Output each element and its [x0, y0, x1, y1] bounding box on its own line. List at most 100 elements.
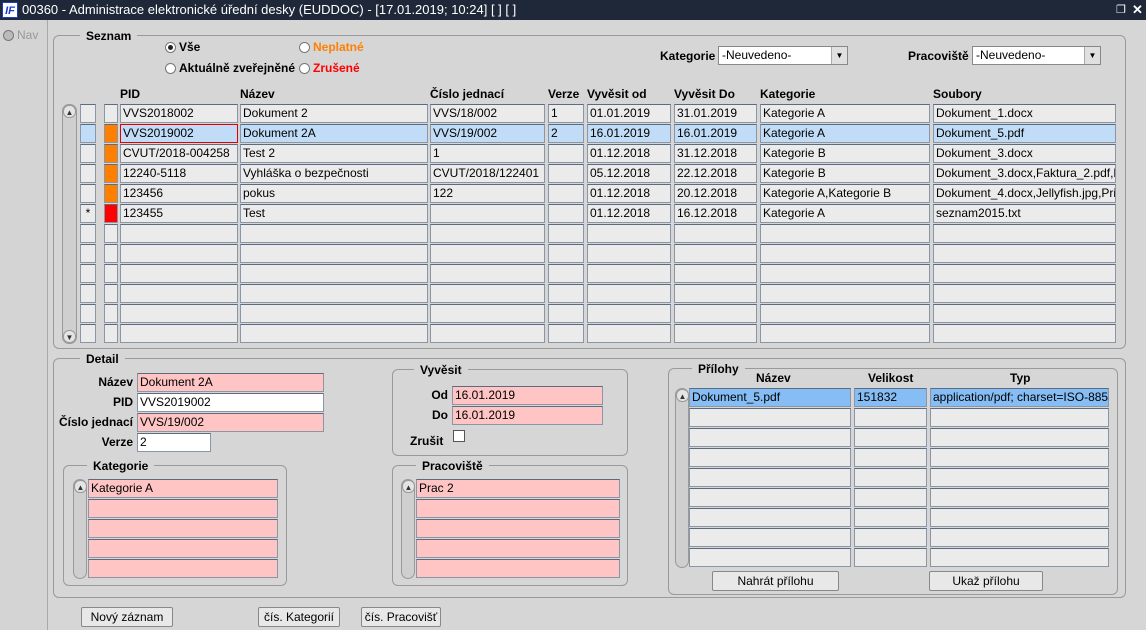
cell-kategorie[interactable]: Kategorie B: [760, 144, 930, 163]
attachment-cell[interactable]: [854, 428, 927, 447]
attachment-cell[interactable]: application/pdf; charset=ISO-8859-2: [930, 388, 1109, 407]
attachment-cell[interactable]: [930, 548, 1109, 567]
close-icon[interactable]: ✕: [1132, 0, 1143, 20]
attachment-cell[interactable]: [854, 508, 927, 527]
cell-vyvesit-do[interactable]: [674, 324, 757, 343]
cell-pid[interactable]: [120, 324, 238, 343]
cell-verze[interactable]: [548, 144, 584, 163]
show-attachment-button[interactable]: Ukaž přílohu: [929, 571, 1043, 591]
cell-vyvesit-od[interactable]: [587, 264, 671, 283]
cell-vyvesit-od[interactable]: [587, 324, 671, 343]
cell-cislo-jednaci[interactable]: [430, 304, 545, 323]
attachment-cell[interactable]: [930, 448, 1109, 467]
kategorie-item[interactable]: [88, 519, 278, 538]
row-marker[interactable]: [80, 104, 96, 123]
attachment-cell[interactable]: [689, 508, 851, 527]
pracoviste-scrollbar[interactable]: ▲: [401, 479, 415, 579]
row-marker[interactable]: [80, 164, 96, 183]
row-marker[interactable]: [80, 284, 96, 303]
cell-vyvesit-do[interactable]: [674, 284, 757, 303]
cell-vyvesit-od[interactable]: 01.12.2018: [587, 184, 671, 203]
cell-vyvesit-od[interactable]: 05.12.2018: [587, 164, 671, 183]
row-marker[interactable]: [80, 124, 96, 143]
cell-vyvesit-od[interactable]: 16.01.2019: [587, 124, 671, 143]
cell-nazev[interactable]: Test 2: [240, 144, 428, 163]
prilohy-scrollbar[interactable]: ▲: [675, 388, 689, 568]
cell-soubory[interactable]: [933, 224, 1116, 243]
row-marker[interactable]: [80, 304, 96, 323]
cell-vyvesit-do[interactable]: [674, 264, 757, 283]
cell-verze[interactable]: [548, 304, 584, 323]
cell-pid[interactable]: [120, 264, 238, 283]
nav-radio[interactable]: Nav: [3, 28, 38, 42]
cell-cislo-jednaci[interactable]: VVS/19/002: [430, 124, 545, 143]
cell-verze[interactable]: 1: [548, 104, 584, 123]
cell-vyvesit-do[interactable]: 31.12.2018: [674, 144, 757, 163]
scroll-up-icon[interactable]: ▲: [74, 480, 87, 493]
cell-pid[interactable]: 123456: [120, 184, 238, 203]
row-marker[interactable]: [80, 264, 96, 283]
cell-soubory[interactable]: Dokument_3.docx: [933, 144, 1116, 163]
cell-cislo-jednaci[interactable]: [430, 244, 545, 263]
row-marker[interactable]: [80, 244, 96, 263]
cell-verze[interactable]: [548, 244, 584, 263]
kategorie-item[interactable]: [88, 559, 278, 578]
attachment-cell[interactable]: [930, 428, 1109, 447]
kategorie-filter-select[interactable]: -Neuvedeno- ▼: [718, 46, 848, 65]
cell-vyvesit-od[interactable]: [587, 284, 671, 303]
od-field[interactable]: 16.01.2019: [452, 386, 603, 405]
cell-kategorie[interactable]: Kategorie A,Kategorie B: [760, 184, 930, 203]
cell-soubory[interactable]: Dokument_4.docx,Jellyfish.jpg,Priloha_: [933, 184, 1116, 203]
cell-kategorie[interactable]: Kategorie A: [760, 124, 930, 143]
cell-kategorie[interactable]: [760, 284, 930, 303]
cell-kategorie[interactable]: [760, 244, 930, 263]
cell-vyvesit-do[interactable]: [674, 304, 757, 323]
attachment-cell[interactable]: [854, 408, 927, 427]
cell-vyvesit-od[interactable]: [587, 304, 671, 323]
cell-soubory[interactable]: [933, 244, 1116, 263]
cell-kategorie[interactable]: [760, 264, 930, 283]
attachment-cell[interactable]: [689, 548, 851, 567]
cell-pid[interactable]: VVS2019002: [120, 124, 238, 143]
cell-cislo-jednaci[interactable]: [430, 284, 545, 303]
attachment-cell[interactable]: [930, 468, 1109, 487]
attachment-cell[interactable]: [689, 468, 851, 487]
cell-cislo-jednaci[interactable]: [430, 204, 545, 223]
cislo-jednaci-field[interactable]: VVS/19/002: [137, 413, 324, 432]
seznam-scrollbar[interactable]: ▲ ▼: [62, 104, 77, 344]
attachment-cell[interactable]: [689, 448, 851, 467]
cell-pid[interactable]: VVS2018002: [120, 104, 238, 123]
cell-vyvesit-od[interactable]: 01.12.2018: [587, 204, 671, 223]
nazev-field[interactable]: Dokument 2A: [137, 373, 324, 392]
attachment-cell[interactable]: [854, 548, 927, 567]
attachment-cell[interactable]: [854, 488, 927, 507]
scroll-down-icon[interactable]: ▼: [63, 330, 76, 343]
attachment-cell[interactable]: [854, 528, 927, 547]
kategorie-codebook-button[interactable]: čís. Kategorií: [258, 607, 340, 627]
pracoviste-item[interactable]: [416, 499, 620, 518]
filter-aktualne[interactable]: Aktuálně zveřejněné: [165, 61, 295, 75]
attachment-cell[interactable]: 151832: [854, 388, 927, 407]
cell-vyvesit-do[interactable]: [674, 224, 757, 243]
cell-pid[interactable]: [120, 284, 238, 303]
attachment-cell[interactable]: Dokument_5.pdf: [689, 388, 851, 407]
cell-kategorie[interactable]: Kategorie B: [760, 164, 930, 183]
scroll-up-icon[interactable]: ▲: [63, 105, 76, 118]
row-marker[interactable]: [80, 144, 96, 163]
kategorie-item[interactable]: [88, 539, 278, 558]
cell-soubory[interactable]: Dokument_1.docx: [933, 104, 1116, 123]
cell-nazev[interactable]: pokus: [240, 184, 428, 203]
cell-pid[interactable]: [120, 224, 238, 243]
cell-pid[interactable]: [120, 244, 238, 263]
cell-soubory[interactable]: [933, 264, 1116, 283]
cell-cislo-jednaci[interactable]: CVUT/2018/122401: [430, 164, 545, 183]
row-marker[interactable]: [80, 184, 96, 203]
pracoviste-filter-select[interactable]: -Neuvedeno- ▼: [972, 46, 1101, 65]
scroll-up-icon[interactable]: ▲: [402, 480, 415, 493]
cell-nazev[interactable]: [240, 284, 428, 303]
cell-vyvesit-do[interactable]: 20.12.2018: [674, 184, 757, 203]
cell-kategorie[interactable]: [760, 304, 930, 323]
verze-field[interactable]: 2: [137, 433, 211, 452]
cell-nazev[interactable]: [240, 224, 428, 243]
cell-verze[interactable]: [548, 164, 584, 183]
